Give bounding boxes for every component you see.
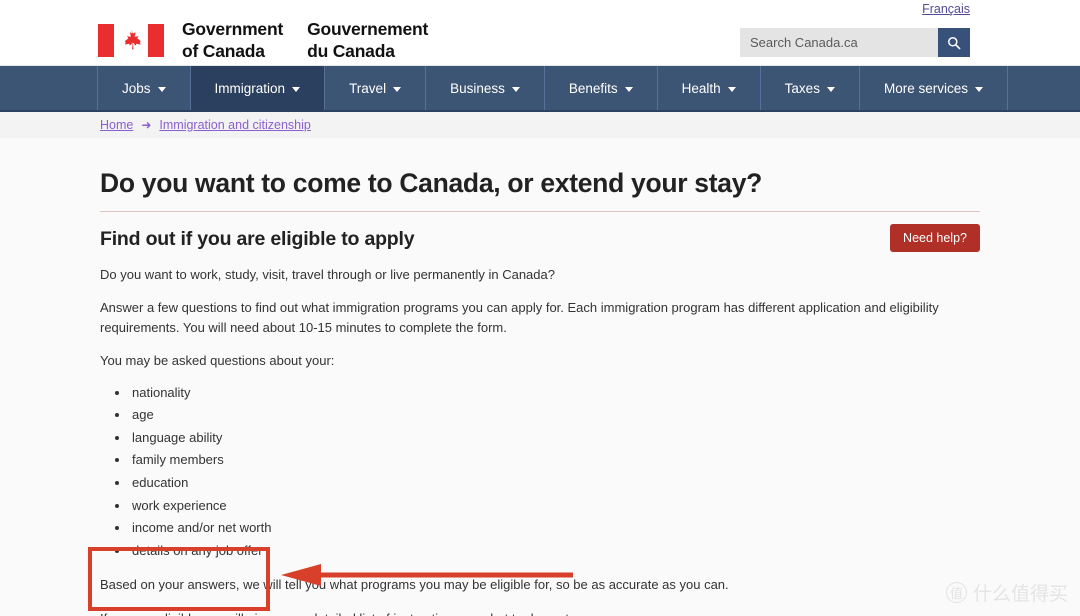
intro-paragraph: Do you want to work, study, visit, trave… [100,267,555,282]
canada-flag-icon [98,24,164,58]
nav-left-spacer [0,66,98,110]
main-content: Do you want to come to Canada, or extend… [0,138,1080,616]
watermark-mark: 值 [945,582,967,603]
list-item: language ability [130,427,980,450]
chevron-down-icon [727,86,736,92]
list-item: work experience [130,495,980,518]
accuracy-paragraph: Based on your answers, we will tell you … [100,577,729,593]
breadcrumb-link-home[interactable]: Home [100,118,133,132]
breadcrumb-arrow-icon: ➜ [141,118,152,132]
search-icon [948,36,961,49]
list-item: education [130,472,980,495]
next-steps-paragraph: If you are eligible, we will give you a … [100,609,970,616]
nav-item-label: Health [681,80,721,96]
nav-right-spacer [1008,66,1080,110]
main-navigation: Jobs Immigration Travel Business Benefit… [0,66,1080,112]
section-title: Find out if you are eligible to apply [100,228,415,250]
watermark-text: 什么值得买 [972,583,1068,605]
nav-item-business[interactable]: Business [426,66,545,110]
nav-item-label: Travel [349,80,387,96]
nav-item-jobs[interactable]: Jobs [98,66,191,110]
chevron-down-icon [157,86,166,92]
brand-wordmark: Government of Canada Gouvernement du Can… [182,19,428,63]
list-item: family members [130,449,980,472]
language-toggle-link[interactable]: Français [922,2,970,16]
nav-item-more-services[interactable]: More services [860,66,1008,110]
nav-item-label: Taxes [784,80,820,96]
nav-item-travel[interactable]: Travel [325,66,427,110]
topics-list: nationality age language ability family … [130,382,980,563]
chevron-down-icon [393,86,402,92]
site-header: Government of Canada Gouvernement du Can… [0,0,1080,66]
nav-item-benefits[interactable]: Benefits [545,66,658,110]
nav-item-immigration[interactable]: Immigration [190,66,326,110]
chevron-down-icon [292,86,301,92]
list-item: age [130,404,980,427]
nav-item-label: More services [883,80,968,96]
brand-wordmark-fr: Gouvernement du Canada [307,19,429,61]
watermark: 值 什么值得买 [945,579,1068,606]
nav-item-label: Jobs [122,80,151,96]
breadcrumb-link-immigration-and-citizenship[interactable]: Immigration and citizenship [159,118,310,132]
need-help-button[interactable]: Need help? [890,224,980,252]
chevron-down-icon [826,86,835,92]
search-input[interactable] [740,28,938,57]
brand-wordmark-en: Government of Canada [182,19,284,61]
chevron-down-icon [974,86,983,92]
title-divider [100,211,980,212]
list-item: income and/or net worth [130,517,980,540]
topics-lead-in: You may be asked questions about your: [100,353,335,369]
breadcrumb: Home ➜ Immigration and citizenship [0,112,1080,138]
page-title: Do you want to come to Canada, or extend… [100,168,763,198]
nav-item-health[interactable]: Health [658,66,761,110]
list-item: details on any job offer [130,540,980,563]
nav-item-label: Business [450,80,505,96]
section-header-row: Find out if you are eligible to apply Ne… [100,224,980,252]
description-paragraph: Answer a few questions to find out what … [100,300,939,336]
nav-item-taxes[interactable]: Taxes [761,66,860,110]
nav-item-label: Immigration [214,80,286,96]
nav-item-label: Benefits [568,80,618,96]
list-item: nationality [130,382,980,405]
chevron-down-icon [511,86,520,92]
search-button[interactable] [938,28,970,57]
government-of-canada-brand[interactable]: Government of Canada Gouvernement du Can… [98,19,428,63]
site-search [740,28,970,57]
chevron-down-icon [624,86,633,92]
